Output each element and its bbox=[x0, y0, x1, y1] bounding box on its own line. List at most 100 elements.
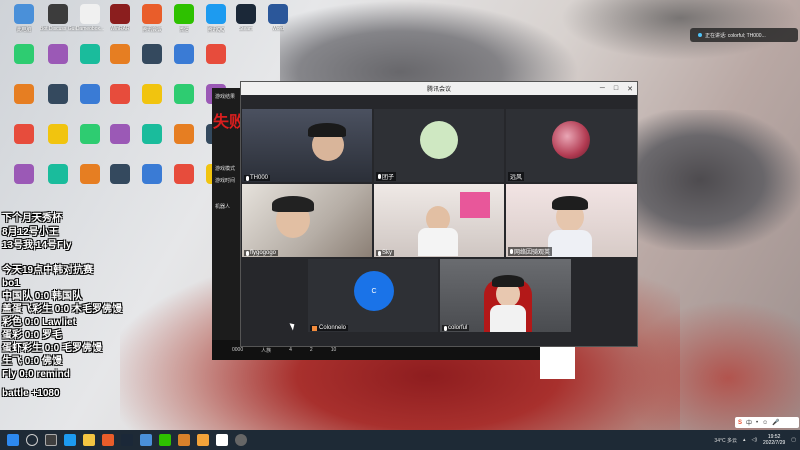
input-method-bar[interactable]: S 中 • ☺ 🎤 bbox=[735, 417, 799, 428]
minimize-button[interactable]: ─ bbox=[600, 85, 605, 92]
wechat-icon[interactable] bbox=[159, 434, 171, 446]
ime-logo: S bbox=[738, 419, 743, 426]
participant-tile-wangluo[interactable]: 网络因骑观英 bbox=[506, 184, 637, 257]
close-button[interactable]: ✕ bbox=[627, 85, 633, 93]
desktop-icon-label: Dameobox... bbox=[75, 26, 105, 32]
desktop-icon[interactable] bbox=[134, 44, 170, 80]
meeting-window[interactable]: 腾讯会议 ─ □ ✕ TH000 团子 远风 flygogogo Sky 网络因… bbox=[240, 81, 638, 347]
desktop-icon[interactable] bbox=[6, 124, 42, 160]
app-icon[interactable] bbox=[178, 434, 190, 446]
overlay-line: Fly 0:0 remind bbox=[2, 369, 70, 380]
desktop-app-icon bbox=[174, 44, 194, 64]
participant-tile-tuanzi[interactable]: 团子 bbox=[374, 109, 504, 182]
overlay-line: battle +1080 bbox=[2, 388, 60, 399]
notification-icon[interactable]: ▢ bbox=[791, 437, 796, 443]
desktop-icon[interactable] bbox=[40, 44, 76, 80]
desktop-app-icon bbox=[110, 44, 130, 64]
desktop-icon[interactable] bbox=[6, 44, 42, 80]
desktop-icon-label: 腾讯会议 bbox=[141, 27, 162, 33]
desktop-icon[interactable] bbox=[134, 124, 170, 160]
participant-name: flygogogo bbox=[244, 250, 279, 256]
participant-avatar bbox=[420, 121, 458, 159]
steam-icon[interactable] bbox=[121, 434, 133, 446]
volume-icon[interactable]: ◁) bbox=[752, 437, 758, 443]
overlay-line: 蛋虾彩生 0:0 毛罗佛馒 bbox=[2, 343, 103, 354]
overlay-line: 中国队 0:0 韩国队 bbox=[2, 291, 83, 302]
task-view-icon[interactable] bbox=[45, 434, 57, 446]
desktop-icon-label: Steam bbox=[238, 26, 254, 32]
game-side-item: 游戏结果 bbox=[215, 94, 236, 100]
participant-tile-th000[interactable]: TH000 bbox=[242, 109, 372, 182]
game-bar-item: 2 bbox=[309, 347, 313, 353]
speaking-notification[interactable]: 正在讲话: colorful; TH000... bbox=[690, 28, 798, 42]
edge-icon[interactable] bbox=[64, 434, 76, 446]
desktop-app-icon bbox=[80, 44, 100, 64]
desktop-icon[interactable] bbox=[40, 124, 76, 160]
desktop-app-icon bbox=[48, 44, 68, 64]
desktop-icon[interactable] bbox=[6, 164, 42, 200]
desktop-icon[interactable] bbox=[102, 44, 138, 80]
weather-text[interactable]: 34°C 多云 bbox=[714, 437, 737, 444]
overlay-line: 13号我,14号Fly bbox=[2, 240, 72, 251]
desktop-app-icon bbox=[80, 124, 100, 144]
desktop-icon[interactable]: Word bbox=[260, 4, 296, 40]
mic-icon bbox=[246, 250, 249, 256]
desktop-app-icon bbox=[268, 4, 288, 24]
desktop-icon[interactable]: 微信 bbox=[166, 4, 202, 40]
desktop-icon[interactable]: WinRAR bbox=[102, 4, 138, 40]
ime-mode[interactable]: 中 bbox=[746, 418, 752, 427]
desktop-app-icon bbox=[142, 4, 162, 24]
maximize-button[interactable]: □ bbox=[614, 85, 618, 92]
overlay-line: 彩色 0:0 Lawliet bbox=[2, 317, 76, 328]
network-icon[interactable]: ▴ bbox=[743, 437, 746, 443]
desktop-app-icon bbox=[142, 124, 162, 144]
search-icon[interactable] bbox=[26, 434, 38, 446]
desktop-icon[interactable] bbox=[198, 44, 234, 80]
app-icon[interactable] bbox=[235, 434, 247, 446]
desktop-icon[interactable]: Steam bbox=[228, 4, 264, 40]
meeting-titlebar[interactable]: 腾讯会议 ─ □ ✕ bbox=[241, 82, 637, 95]
desktop-icon[interactable]: 此电脑 bbox=[6, 4, 42, 40]
participant-tile-colonnelo[interactable]: C Colonnelo bbox=[308, 259, 438, 332]
desktop-icon[interactable] bbox=[102, 84, 138, 120]
desktop-icon[interactable]: 腾讯会议 bbox=[134, 4, 170, 40]
desktop-app-icon bbox=[110, 84, 130, 104]
participant-tile-colorful[interactable]: colorful bbox=[440, 259, 571, 332]
desktop-icon[interactable]: Bot Discuss Guide... bbox=[40, 4, 76, 40]
desktop-icon[interactable] bbox=[166, 84, 202, 120]
participant-tile-flygogogo[interactable]: flygogogo bbox=[242, 184, 372, 257]
clock[interactable]: 19:52 2022/7/29 bbox=[763, 434, 785, 446]
desktop-icon[interactable] bbox=[102, 164, 138, 200]
desktop-icon[interactable] bbox=[134, 84, 170, 120]
notepad-icon[interactable] bbox=[216, 434, 228, 446]
participant-tile-sky[interactable]: Sky bbox=[374, 184, 504, 257]
desktop-icon-label: 腾讯QQ bbox=[207, 27, 225, 33]
desktop-app-icon bbox=[14, 164, 34, 184]
desktop-icon[interactable] bbox=[166, 164, 202, 200]
windows-start-icon[interactable] bbox=[7, 434, 19, 446]
desktop-icon[interactable] bbox=[102, 124, 138, 160]
app-icon[interactable] bbox=[140, 434, 152, 446]
desktop-app-icon bbox=[80, 164, 100, 184]
participant-name: Sky bbox=[376, 250, 395, 256]
game-side-item: 机器人 bbox=[215, 204, 231, 210]
vlc-icon[interactable] bbox=[197, 434, 209, 446]
game-panel bbox=[540, 345, 575, 379]
participant-video bbox=[242, 109, 372, 182]
desktop-icon[interactable] bbox=[166, 124, 202, 160]
desktop-icon[interactable] bbox=[134, 164, 170, 200]
folder-icon[interactable] bbox=[83, 434, 95, 446]
desktop-app-icon bbox=[14, 4, 34, 24]
desktop-icon[interactable] bbox=[40, 84, 76, 120]
desktop-icon[interactable] bbox=[40, 164, 76, 200]
ime-punct[interactable]: • bbox=[756, 420, 758, 426]
desktop-icon[interactable] bbox=[166, 44, 202, 80]
ime-voice[interactable]: 🎤 bbox=[772, 419, 779, 426]
desktop-icon[interactable] bbox=[6, 84, 42, 120]
ime-emoji[interactable]: ☺ bbox=[762, 420, 768, 426]
game-bar-item: 人族 bbox=[261, 347, 272, 354]
game-bar-item: 4 bbox=[289, 347, 292, 353]
app-icon[interactable] bbox=[102, 434, 114, 446]
participant-tile-yuanfeng[interactable]: 远风 bbox=[506, 109, 637, 182]
desktop-app-icon bbox=[174, 124, 194, 144]
